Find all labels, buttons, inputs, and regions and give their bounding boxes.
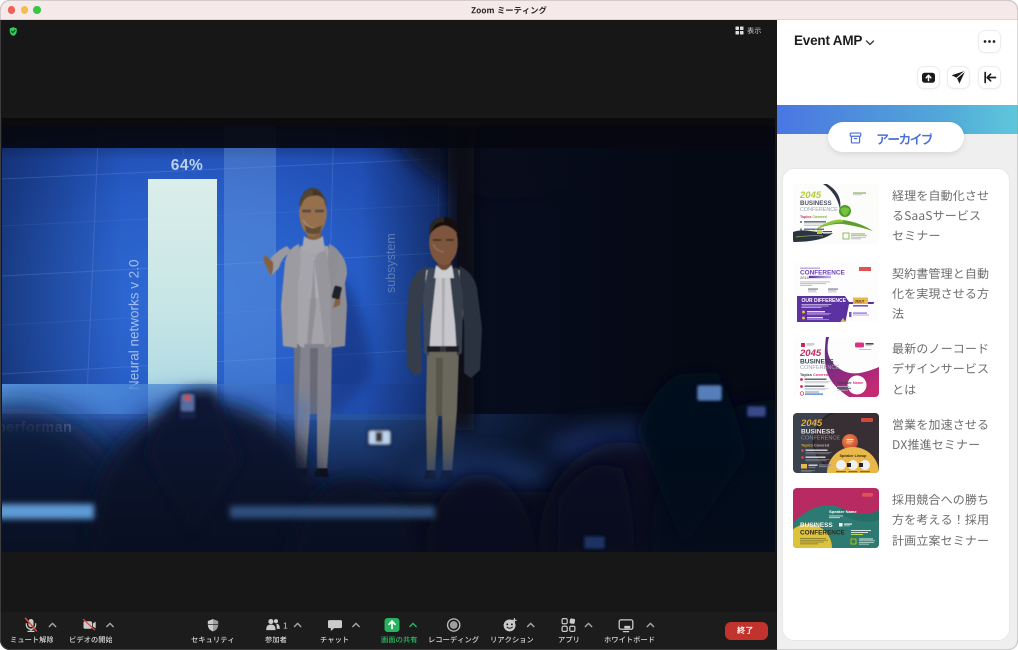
svg-text:BUSINESS: BUSINESS bbox=[800, 200, 832, 207]
svg-text:Neural networks v 2.0: Neural networks v 2.0 bbox=[127, 259, 142, 390]
svg-text:CONFERENCE: CONFERENCE bbox=[800, 207, 838, 213]
svg-text:CONFERENCE: CONFERENCE bbox=[800, 365, 839, 371]
svg-text:2045: 2045 bbox=[800, 418, 823, 429]
svg-text:BUSINESS: BUSINESS bbox=[801, 428, 835, 435]
svg-text:Topics Covered: Topics Covered bbox=[800, 215, 827, 219]
svg-text:2045: 2045 bbox=[799, 348, 822, 359]
svg-text:Topics Covered: Topics Covered bbox=[801, 443, 830, 447]
svg-text:CONFERENCE: CONFERENCE bbox=[801, 435, 840, 441]
svg-text:CONFERENCE: CONFERENCE bbox=[800, 530, 845, 537]
svg-text:2018: 2018 bbox=[800, 275, 810, 280]
svg-text:Speaker Lineup: Speaker Lineup bbox=[839, 454, 867, 458]
svg-text:BUSINESS: BUSINESS bbox=[800, 522, 833, 529]
svg-text:OUR DIFFERENCE: OUR DIFFERENCE bbox=[801, 298, 846, 304]
svg-text:1: 1 bbox=[283, 621, 288, 631]
svg-text:Speaker Name: Speaker Name bbox=[837, 381, 863, 385]
svg-text:64%: 64% bbox=[171, 157, 204, 174]
svg-text:JULY: JULY bbox=[854, 298, 864, 303]
svg-text:Speaker Name: Speaker Name bbox=[829, 509, 857, 514]
svg-text:Topics Covered: Topics Covered bbox=[800, 373, 829, 377]
